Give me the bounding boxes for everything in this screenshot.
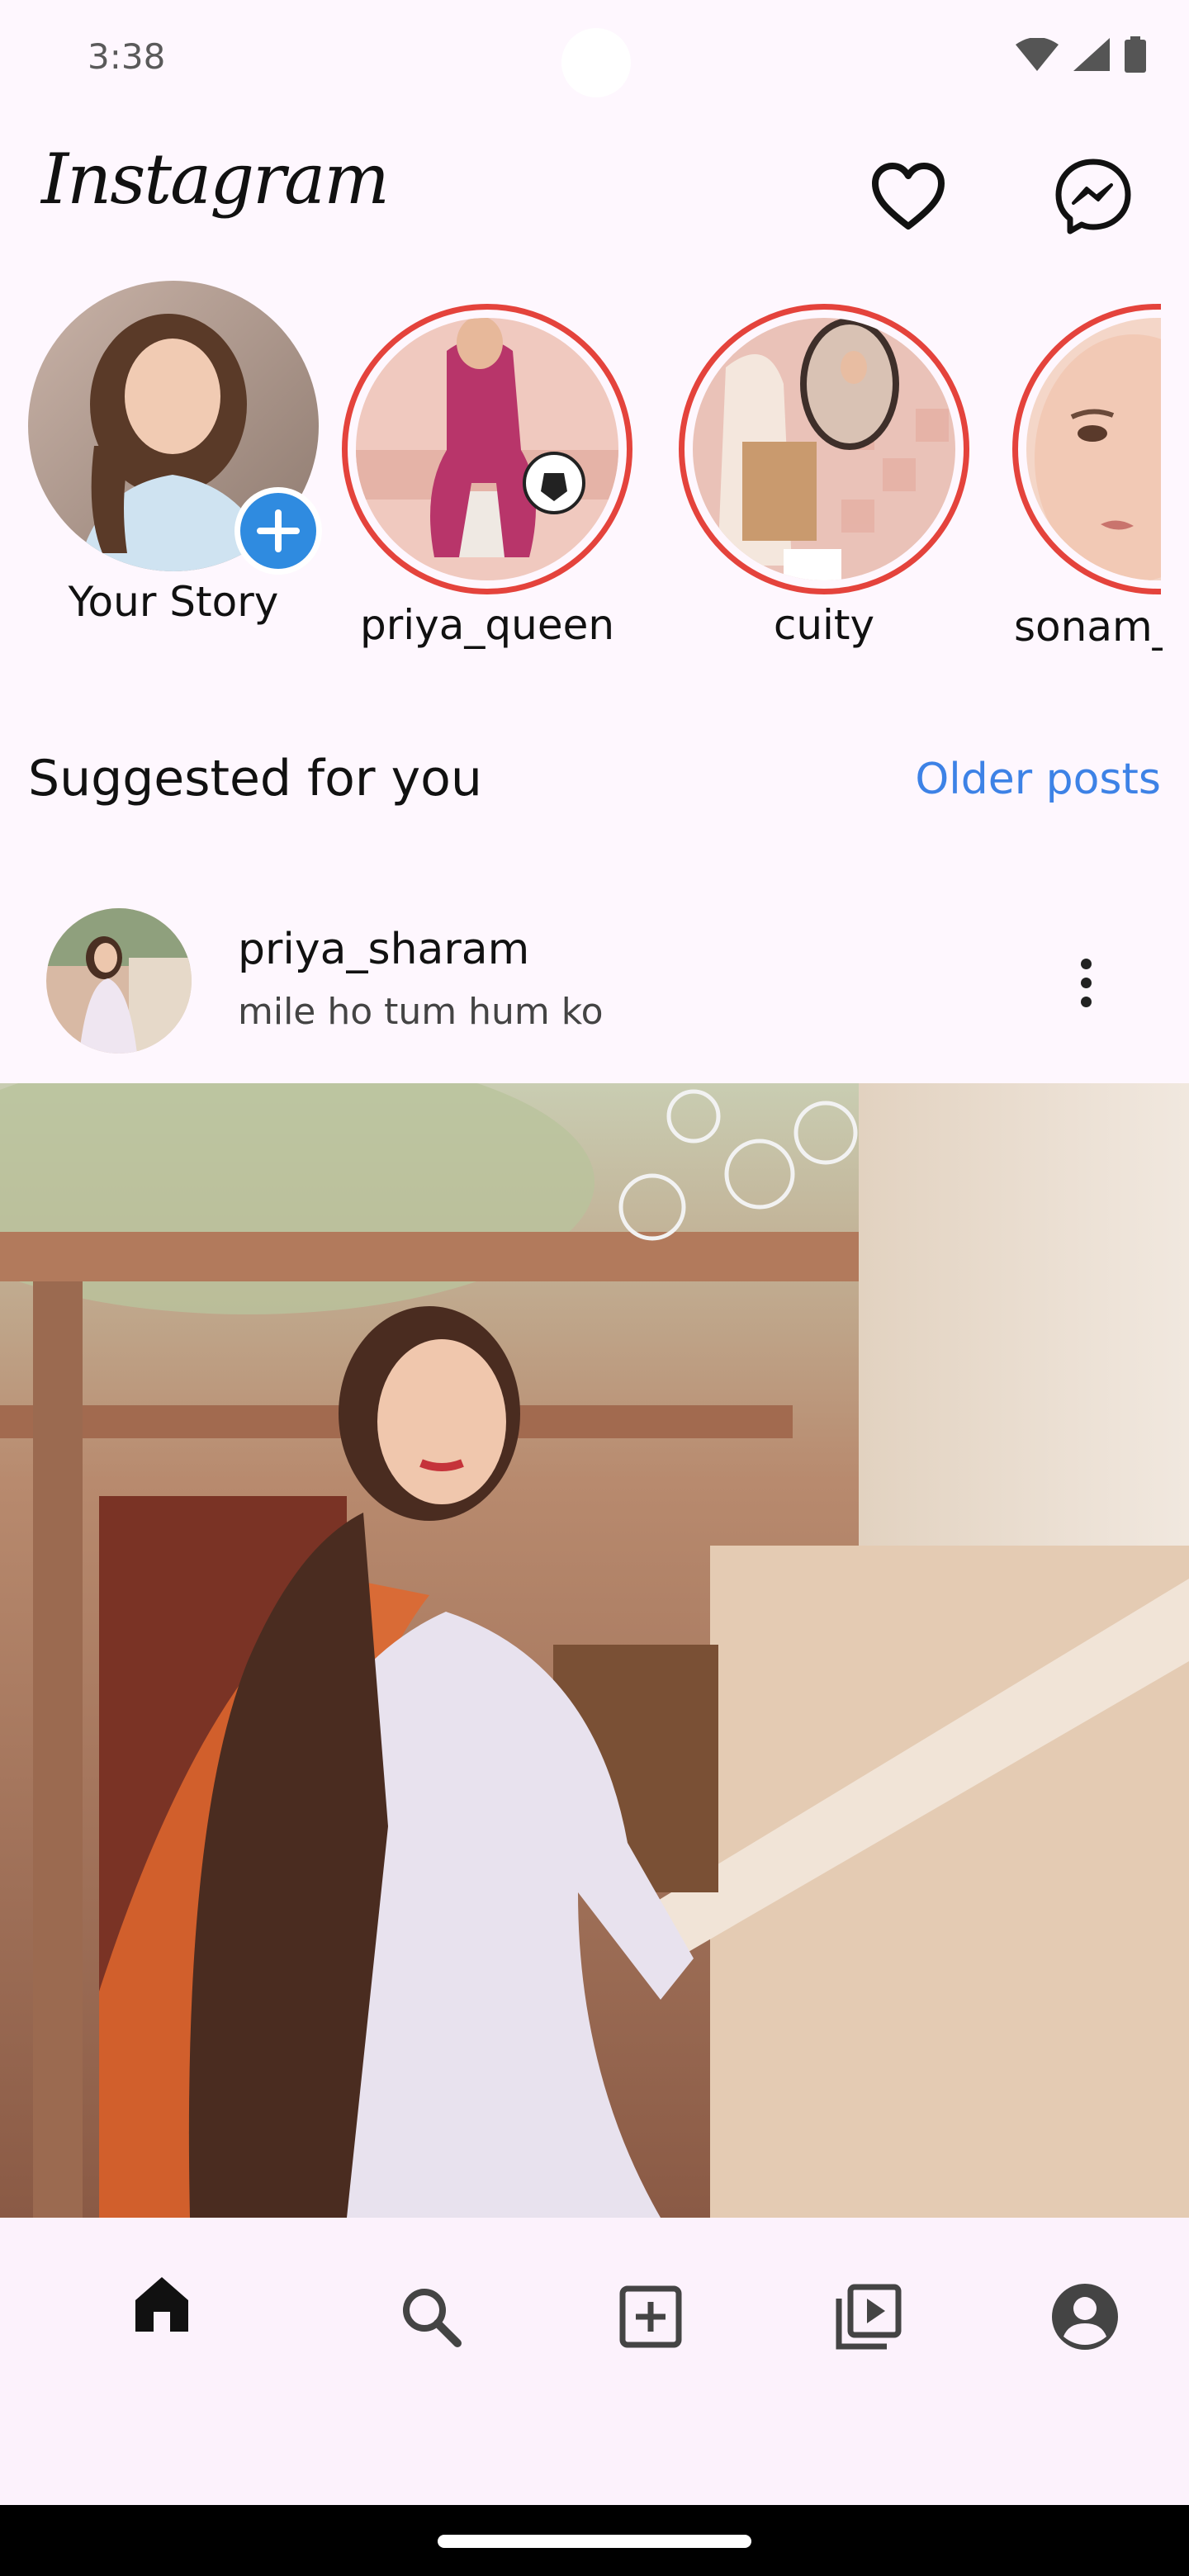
add-story-button[interactable]	[234, 487, 322, 575]
post-username[interactable]: priya_sharam	[238, 925, 529, 974]
reels-icon	[836, 2284, 902, 2350]
home-icon	[135, 2277, 188, 2332]
cellular-signal-icon	[1073, 38, 1110, 71]
section-title: Suggested for you	[28, 750, 482, 807]
story-cuity[interactable]: cuity	[675, 304, 973, 649]
story-avatar-image	[1026, 318, 1161, 580]
messenger-button[interactable]	[1054, 157, 1133, 236]
battery-icon	[1125, 36, 1146, 73]
nav-search[interactable]	[373, 2259, 489, 2375]
camera-cutout	[561, 28, 631, 97]
story-avatar-ring	[679, 304, 969, 594]
story-avatar-image	[356, 318, 618, 580]
story-label: cuity	[773, 601, 875, 649]
post-image[interactable]	[0, 1083, 1189, 2218]
nav-reels[interactable]	[811, 2259, 926, 2375]
activity-button[interactable]	[869, 157, 948, 236]
story-avatar-ring	[28, 281, 322, 575]
heart-icon	[872, 163, 945, 230]
messenger-icon	[1055, 159, 1131, 234]
more-vertical-icon[interactable]	[1057, 949, 1115, 1016]
app-logo: Instagram	[41, 139, 390, 220]
story-own[interactable]: Your Story	[25, 281, 322, 626]
add-post-icon	[619, 2285, 682, 2348]
nav-add-post[interactable]	[593, 2259, 708, 2375]
story-priya-queen[interactable]: priya_queen	[339, 304, 636, 649]
status-time: 3:38	[88, 36, 166, 77]
story-avatar-ring	[342, 304, 632, 594]
status-bar: 3:38	[0, 0, 1189, 116]
story-sonam[interactable]	[1012, 304, 1161, 594]
nav-home[interactable]	[104, 2246, 220, 2361]
story-avatar-ring	[1012, 304, 1161, 594]
home-gesture-handle[interactable]	[438, 2535, 751, 2548]
post-caption: mile ho tum hum ko	[238, 991, 604, 1033]
story-label: sonam_	[1014, 603, 1163, 651]
add-icon	[257, 509, 300, 552]
post-avatar[interactable]	[46, 908, 192, 1054]
older-posts-link[interactable]: Older posts	[915, 755, 1161, 804]
search-icon	[403, 2289, 462, 2347]
profile-icon	[1052, 2284, 1118, 2350]
story-avatar-image	[693, 318, 955, 580]
nav-profile[interactable]	[1027, 2259, 1143, 2375]
story-label: priya_queen	[359, 601, 615, 649]
status-icons	[1016, 36, 1146, 73]
wifi-icon	[1016, 38, 1059, 71]
story-label: Your Story	[68, 578, 279, 626]
